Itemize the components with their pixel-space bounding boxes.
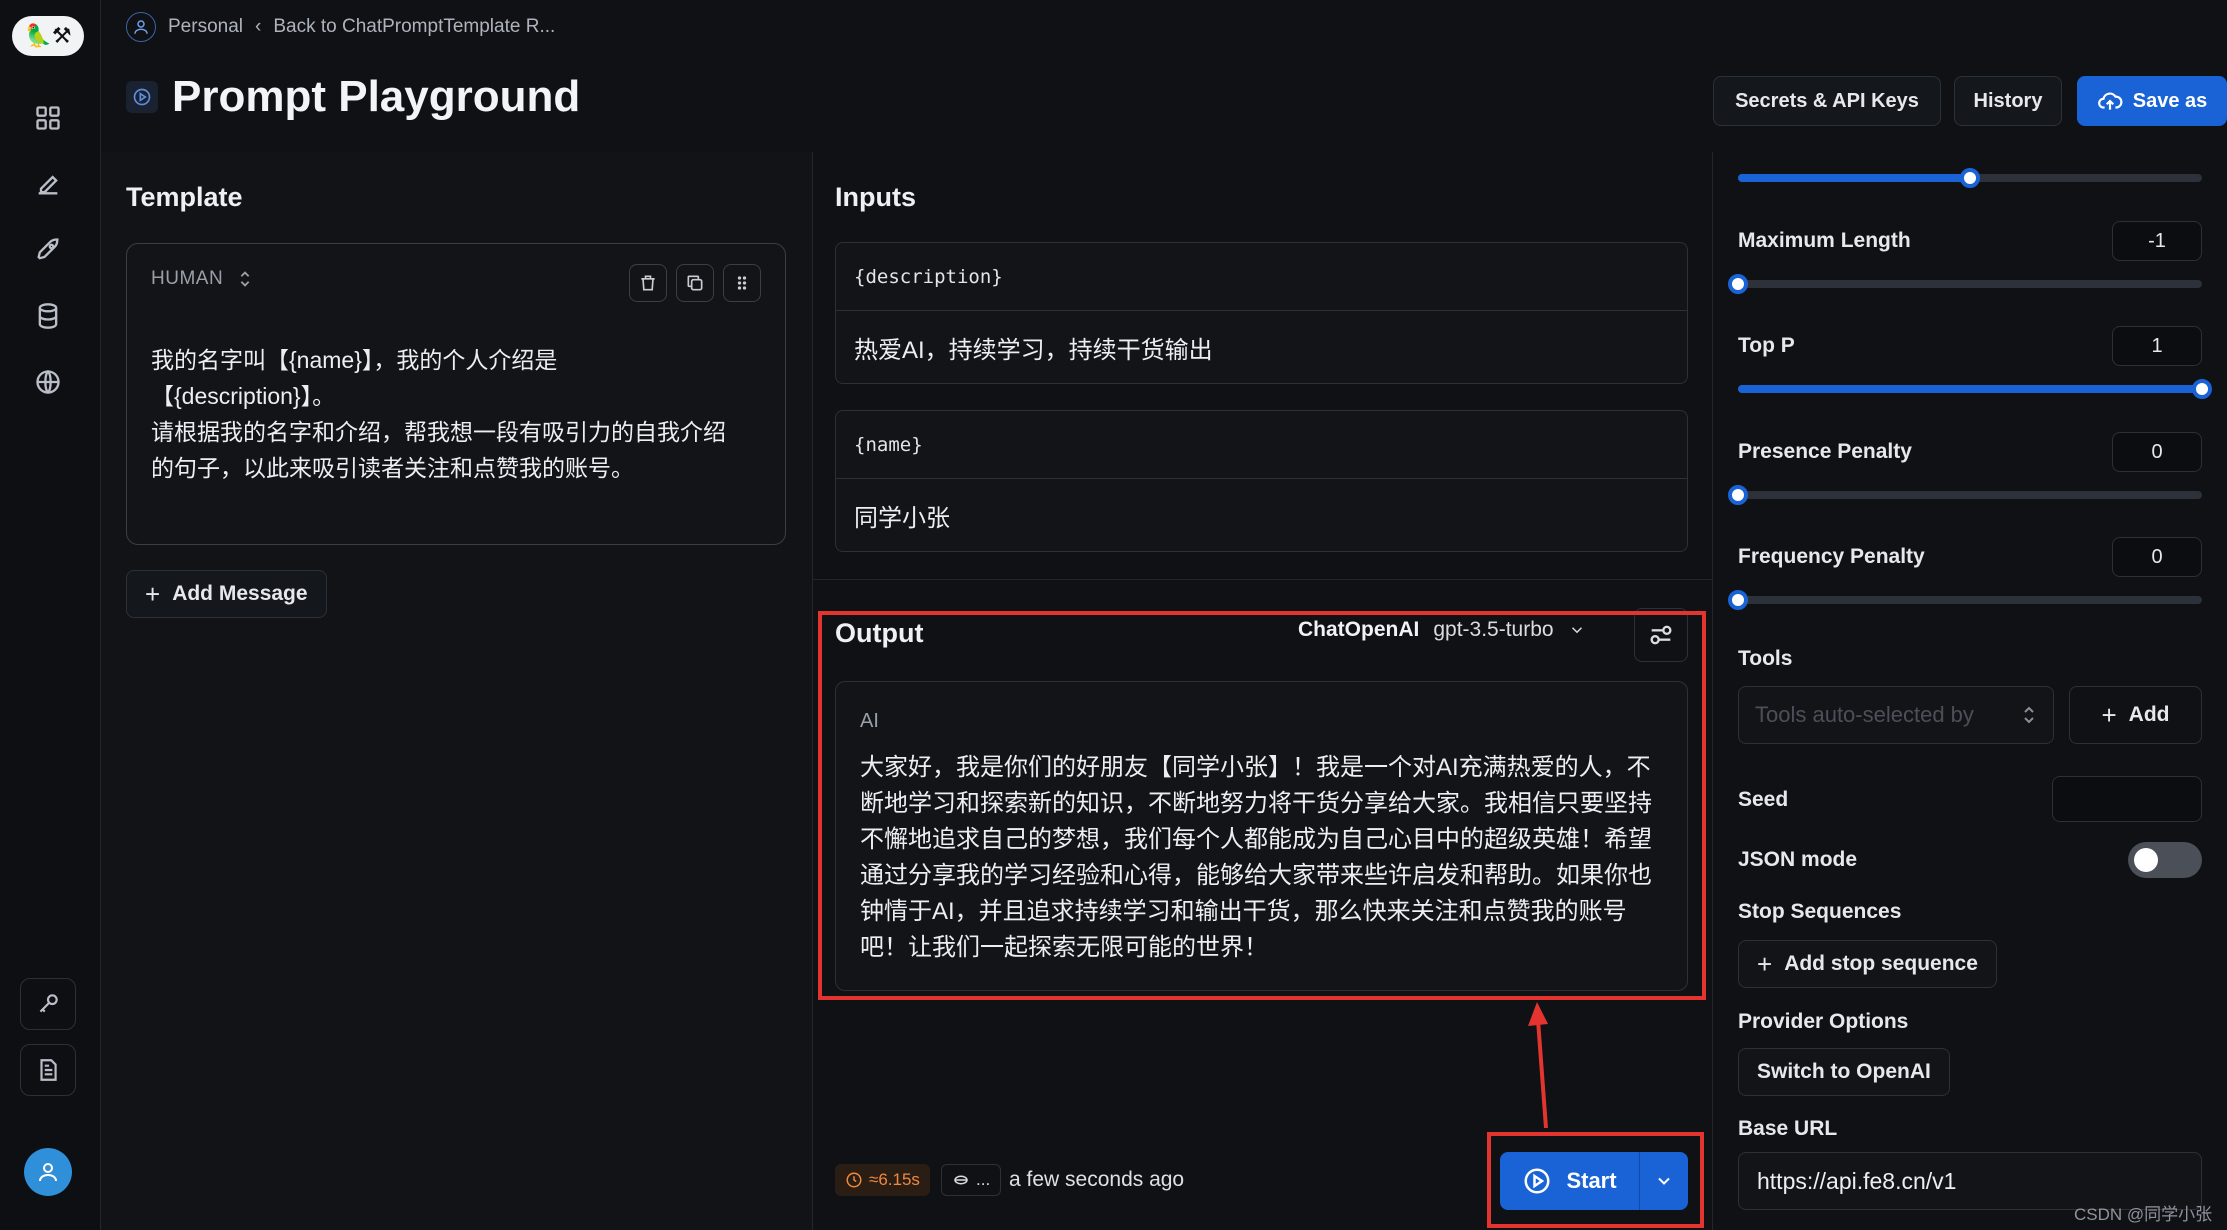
left-rail: 🦜⚒: [0, 0, 101, 1230]
pencil-icon[interactable]: [28, 164, 68, 204]
coin-icon: [954, 1175, 968, 1185]
add-tool-label: Add: [2128, 703, 2170, 726]
user-avatar[interactable]: [24, 1148, 72, 1196]
annotation-arrow-icon: [1528, 1002, 1548, 1129]
top-p-input[interactable]: 1: [2112, 326, 2202, 366]
base-url-label: Base URL: [1738, 1117, 1838, 1140]
copy-icon[interactable]: [676, 264, 714, 302]
add-message-label: Add Message: [172, 582, 308, 605]
template-title: Template: [126, 182, 243, 212]
token-value: ...: [976, 1170, 991, 1189]
seed-input[interactable]: [2052, 776, 2202, 822]
plus-icon: +: [2101, 700, 2117, 730]
slider-thumb[interactable]: [1728, 274, 1748, 294]
annotation-highlight-output: [818, 611, 1706, 1000]
role-label: HUMAN: [151, 268, 224, 289]
slider-thumb[interactable]: [1960, 168, 1980, 188]
trash-icon[interactable]: [629, 264, 667, 302]
frequency-penalty-label: Frequency Penalty: [1738, 545, 1925, 568]
presence-penalty-label: Presence Penalty: [1738, 440, 1912, 463]
plus-icon: +: [1757, 949, 1773, 979]
slider-thumb[interactable]: [1728, 485, 1748, 505]
frequency-penalty-input[interactable]: 0: [2112, 537, 2202, 577]
inputs-title: Inputs: [835, 182, 916, 212]
inputs-output-divider: [813, 579, 1713, 580]
annotation-highlight-start: [1487, 1132, 1704, 1228]
key-icon[interactable]: [20, 978, 76, 1030]
clock-icon: [846, 1172, 862, 1188]
seed-label: Seed: [1738, 788, 1789, 811]
add-stop-sequence-button[interactable]: + Add stop sequence: [1738, 940, 1997, 988]
latency-badge: ≈6.15s: [835, 1164, 930, 1196]
input-variable-description: {description} 热爱AI，持续学习，持续干货输出: [835, 242, 1688, 384]
slider-thumb[interactable]: [1728, 590, 1748, 610]
top-slider[interactable]: [1738, 168, 2202, 188]
document-icon[interactable]: [20, 1044, 76, 1096]
max-length-input[interactable]: -1: [2112, 221, 2202, 261]
max-length-slider[interactable]: [1728, 274, 2202, 294]
slider-fill: [1738, 174, 1970, 182]
save-as-label: Save as: [2132, 89, 2208, 112]
add-message-button[interactable]: + Add Message: [126, 570, 327, 618]
add-tool-button[interactable]: + Add: [2069, 686, 2202, 744]
history-button[interactable]: History: [1954, 76, 2062, 126]
presence-penalty-input[interactable]: 0: [2112, 432, 2202, 472]
tools-placeholder: Tools auto-selected by: [1755, 702, 1974, 727]
page-title-row: Prompt Playground: [126, 72, 580, 122]
slider-thumb[interactable]: [2192, 379, 2212, 399]
json-mode-toggle[interactable]: [2128, 842, 2202, 878]
template-message-text[interactable]: 我的名字叫【{name}】，我的个人介绍是 【{description}】。 请…: [151, 342, 771, 486]
app-logo[interactable]: 🦜⚒: [12, 16, 84, 56]
stop-sequences-label: Stop Sequences: [1738, 900, 1902, 923]
input-value-field[interactable]: 同学小张: [836, 479, 1687, 551]
max-length-label: Maximum Length: [1738, 229, 1911, 252]
token-badge[interactable]: ...: [941, 1164, 1002, 1196]
latency-value: ≈6.15s: [869, 1170, 920, 1189]
chevron-left-icon: ‹: [255, 16, 262, 37]
run-timestamp: a few seconds ago: [1009, 1168, 1185, 1191]
presence-penalty-slider[interactable]: [1728, 485, 2202, 505]
breadcrumb: Personal ‹ Back to ChatPromptTemplate R.…: [126, 10, 555, 44]
input-value-field[interactable]: 热爱AI，持续学习，持续干货输出: [836, 311, 1687, 383]
sort-icon: [240, 271, 250, 287]
grid-icon[interactable]: [28, 98, 68, 138]
breadcrumb-workspace[interactable]: Personal: [168, 16, 243, 38]
plus-icon: +: [145, 579, 161, 609]
slider-fill: [1738, 385, 2202, 393]
secrets-api-keys-button[interactable]: Secrets & API Keys: [1713, 76, 1941, 126]
tools-select[interactable]: Tools auto-selected by: [1738, 686, 2054, 744]
cloud-upload-icon: [2097, 92, 2123, 110]
page-title: Prompt Playground: [172, 72, 581, 121]
tools-label: Tools: [1738, 647, 1793, 670]
breadcrumb-back-link[interactable]: Back to ChatPromptTemplate R...: [273, 16, 555, 38]
input-key: {description}: [836, 243, 1687, 311]
add-stop-sequence-label: Add stop sequence: [1784, 952, 1978, 975]
top-p-label: Top P: [1738, 334, 1795, 357]
globe-icon[interactable]: [28, 362, 68, 402]
playground-icon: [126, 81, 158, 113]
database-icon[interactable]: [28, 296, 68, 336]
switch-to-openai-button[interactable]: Switch to OpenAI: [1738, 1048, 1950, 1096]
drag-handle-icon[interactable]: [723, 264, 761, 302]
top-p-slider[interactable]: [1738, 379, 2212, 399]
template-message-card[interactable]: HUMAN 我的名字叫【{name}】，我的个人介绍是 【{descriptio…: [126, 243, 786, 545]
sort-icon: [2024, 706, 2034, 724]
rocket-icon[interactable]: [28, 230, 68, 270]
provider-options-label: Provider Options: [1738, 1010, 1909, 1033]
frequency-penalty-slider[interactable]: [1728, 590, 2202, 610]
workspace-user-icon: [126, 12, 156, 42]
role-selector[interactable]: HUMAN: [151, 268, 253, 290]
save-as-button[interactable]: Save as: [2077, 76, 2227, 126]
input-key: {name}: [836, 411, 1687, 479]
input-variable-name: {name} 同学小张: [835, 410, 1688, 552]
watermark: CSDN @同学小张: [2074, 1205, 2213, 1224]
json-mode-label: JSON mode: [1738, 848, 1858, 871]
